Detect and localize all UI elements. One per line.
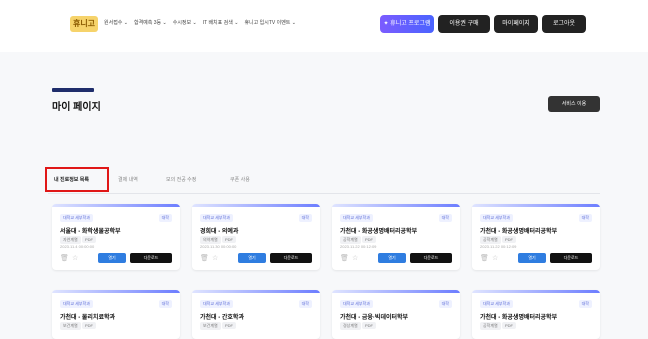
career-card: 대학교 세부학과 대학 가천대 - 화공생명배터리공학부 공학계열 PDF 20… [472,204,600,270]
card-chip: 공학계열 [480,322,501,330]
card-date: 2023.11.4 00:00:00 [60,244,95,249]
card-title: 가천대 - 간호학과 [200,315,244,321]
card-tag: 대학 [158,300,172,308]
nav-item-susi[interactable]: 수시정보 ⌄ [173,19,197,26]
tab-coupon[interactable]: 쿠폰 사용 [230,176,250,183]
card-badge: 대학교 세부학과 [60,214,93,222]
logout-button[interactable]: 로그아웃 [542,15,586,33]
main-content: 마이 페이지 서비스 이용 내 진로정보 목록 결제 내역 모의 전공 수정 쿠… [0,52,648,339]
logo[interactable]: 휴니고 [70,16,98,32]
trash-icon[interactable]: 🗑 [200,254,209,262]
card-chip: PDF [362,322,376,329]
trash-icon[interactable]: 🗑 [340,254,349,262]
star-icon[interactable]: ☆ [212,254,218,262]
nav-item-predict[interactable]: 합격예측 3등 ⌄ [134,19,167,26]
top-header: 휴니고 원서접수 ⌄ 합격예측 3등 ⌄ 수시정보 ⌄ IT 배치표 검색 ⌄ … [0,0,648,52]
card-chip: PDF [82,236,96,243]
card-date: 2023.11.22 00:12:09 [340,244,377,249]
download-button[interactable]: 다운로드 [550,253,592,263]
card-badge: 대학교 세부학과 [480,214,513,222]
buy-pass-button[interactable]: 이용권 구매 [438,15,490,33]
card-date: 2023.11.22 00:12:09 [480,244,517,249]
card-badge: 대학교 세부학과 [60,300,93,308]
card-chip: PDF [222,236,236,243]
card-tag: 대학 [298,300,312,308]
career-card: 대학교 세부학과 대학 가천대 - 물리치료학과 보건계열 PDF [52,290,180,339]
card-title: 가천대 - 화공생명배터리공학부 [480,315,558,321]
page-title: 마이 페이지 [52,102,101,113]
trash-icon[interactable]: 🗑 [480,254,489,262]
card-title: 가천대 - 물리치료학과 [60,315,116,321]
card-chip: PDF [82,322,96,329]
card-chip: 보건계열 [200,322,221,330]
card-chip: 공학계열 [480,236,501,244]
card-title: 가천대 - 화공생명배터리공학부 [480,229,558,235]
service-button[interactable]: 서비스 이용 [548,96,600,112]
card-badge: 대학교 세부학과 [200,214,233,222]
trash-icon[interactable]: 🗑 [60,254,69,262]
career-card: 대학교 세부학과 대학 가천대 - 화공생명배터리공학부 공학계열 PDF [472,290,600,339]
card-tag: 대학 [578,214,592,222]
card-tag: 대학 [298,214,312,222]
card-title: 경희대 - 의예과 [200,229,239,235]
nav-item-chart[interactable]: IT 배치표 검색 ⌄ [203,19,239,26]
card-chip: 공학계열 [340,236,361,244]
card-date: 2023.11.30 00:00:00 [200,244,237,249]
card-chip: 자연계열 [60,236,81,244]
tab-mock-major[interactable]: 모의 전공 수정 [166,176,196,183]
card-title: 서울대 - 화학생물공학부 [60,229,121,235]
card-badge: 대학교 세부학과 [340,214,373,222]
career-card: 대학교 세부학과 대학 가천대 - 금융·빅데이터학부 경상계열 PDF [332,290,460,339]
card-badge: 대학교 세부학과 [340,300,373,308]
main-nav: 원서접수 ⌄ 합격예측 3등 ⌄ 수시정보 ⌄ IT 배치표 검색 ⌄ 휴니고 … [104,19,296,26]
card-badge: 대학교 세부학과 [480,300,513,308]
career-card: 대학교 세부학과 대학 가천대 - 간호학과 보건계열 PDF [192,290,320,339]
star-icon[interactable]: ☆ [72,254,78,262]
card-tag: 대학 [578,300,592,308]
card-title: 가천대 - 화공생명배터리공학부 [340,229,418,235]
mypage-button[interactable]: 마이페이지 [494,15,538,33]
card-chip: 경상계열 [340,322,361,330]
star-icon[interactable]: ☆ [492,254,498,262]
card-chip: PDF [502,322,516,329]
card-title: 가천대 - 금융·빅데이터학부 [340,315,409,321]
tab-bar: 내 진로정보 목록 결제 내역 모의 전공 수정 쿠폰 사용 [48,170,600,194]
nav-item-tv[interactable]: 휴니고 입시TV 이벤트 ⌄ [244,19,296,26]
card-tag: 대학 [438,214,452,222]
open-button[interactable]: 열기 [518,253,546,263]
card-tag: 대학 [438,300,452,308]
open-button[interactable]: 열기 [98,253,126,263]
star-icon[interactable]: ☆ [352,254,358,262]
career-card: 대학교 세부학과 대학 서울대 - 화학생물공학부 자연계열 PDF 2023.… [52,204,180,270]
card-chip: 보건계열 [60,322,81,330]
download-button[interactable]: 다운로드 [410,253,452,263]
card-chip: PDF [502,236,516,243]
career-card: 대학교 세부학과 대학 경희대 - 의예과 의약계열 PDF 2023.11.3… [192,204,320,270]
card-badge: 대학교 세부학과 [200,300,233,308]
download-button[interactable]: 다운로드 [270,253,312,263]
card-chip: PDF [362,236,376,243]
card-tag: 대학 [158,214,172,222]
title-accent-bar [52,88,94,92]
program-button[interactable]: ✦ 휴니고 프로그램 [380,15,434,33]
career-card: 대학교 세부학과 대학 가천대 - 화공생명배터리공학부 공학계열 PDF 20… [332,204,460,270]
tab-payment[interactable]: 결제 내역 [118,176,138,183]
open-button[interactable]: 열기 [378,253,406,263]
tab-highlight-box [45,167,109,192]
nav-item-apply[interactable]: 원서접수 ⌄ [104,19,128,26]
open-button[interactable]: 열기 [238,253,266,263]
card-chip: 의약계열 [200,236,221,244]
card-chip: PDF [222,322,236,329]
download-button[interactable]: 다운로드 [130,253,172,263]
